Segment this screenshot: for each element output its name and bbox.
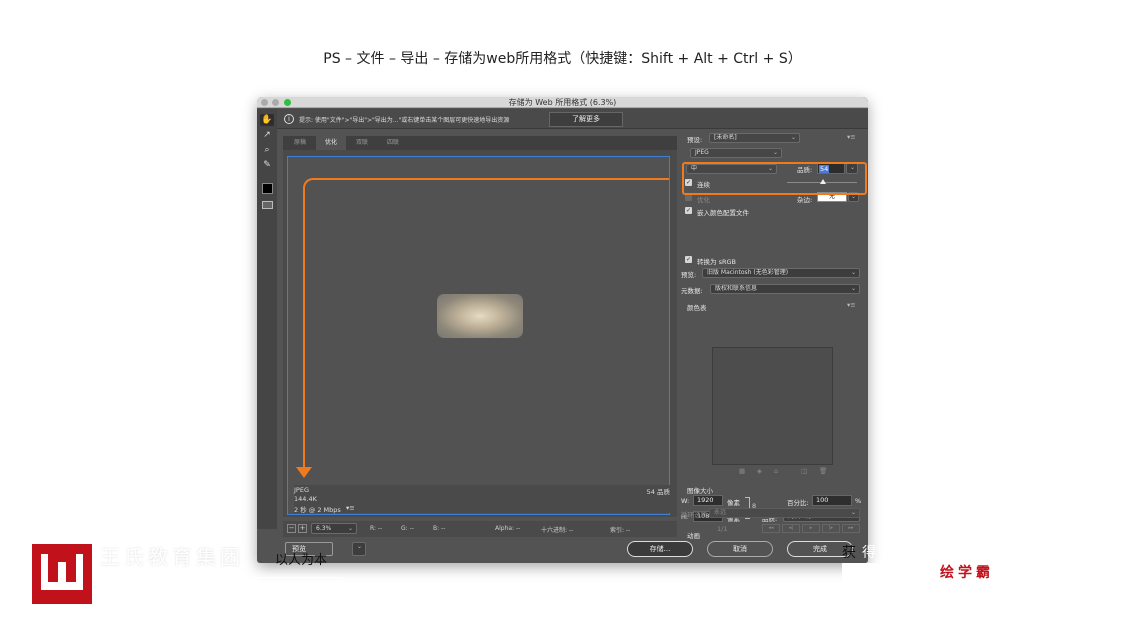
format-select[interactable]: JPEG ⌄ bbox=[690, 148, 782, 158]
chevron-down-icon: ⌄ bbox=[850, 269, 856, 276]
window-title: 存储为 Web 所用格式 (6.3%) bbox=[508, 98, 617, 107]
preview-label: 预览: bbox=[681, 271, 697, 279]
web-snap-icon[interactable]: ◈ bbox=[757, 467, 762, 475]
preset-select[interactable]: [未命名] ⌄ bbox=[709, 133, 800, 143]
tab-original[interactable]: 原稿 bbox=[285, 136, 315, 150]
tab-4up[interactable]: 四联 bbox=[378, 136, 408, 150]
next-frame-icon[interactable]: |▸ bbox=[822, 524, 840, 533]
chevron-down-icon: ⌄ bbox=[356, 543, 362, 550]
prev-frame-icon[interactable]: ◂| bbox=[782, 524, 800, 533]
info-format: JPEG bbox=[294, 486, 309, 494]
optimized-checkbox[interactable] bbox=[685, 194, 692, 201]
readout-index: 索引: -- bbox=[610, 527, 631, 534]
frame-nav: ◂◂ ◂| ▸ |▸ ▸▸ bbox=[762, 524, 860, 533]
new-color-icon[interactable]: ◫ bbox=[801, 467, 807, 475]
brand-slogan: 以人为本 bbox=[275, 553, 328, 568]
embed-profile-checkbox[interactable]: ✓ bbox=[685, 207, 692, 214]
slice-select-tool-icon[interactable]: ↗ bbox=[260, 129, 274, 141]
percent-sign: % bbox=[855, 497, 862, 505]
learn-more-button[interactable]: 了解更多 bbox=[549, 112, 623, 127]
metadata-label: 元数据: bbox=[681, 287, 703, 295]
metadata-select[interactable]: 版权和联系信息 ⌄ bbox=[710, 284, 860, 294]
percent-label: 百分比: bbox=[787, 499, 809, 507]
image-size-label: 图像大小 bbox=[687, 487, 713, 495]
readout-alpha: Alpha: -- bbox=[495, 525, 521, 532]
hand-tool-icon[interactable]: ✋ bbox=[260, 114, 274, 126]
arrowhead bbox=[296, 467, 312, 478]
tip-text: 提示: 使用"文件">"导出">"导出为..."或右键单击某个图层可更快速地导出… bbox=[299, 117, 510, 124]
convert-srgb-label: 转换为 sRGB bbox=[697, 258, 736, 266]
chevron-down-icon: ⌄ bbox=[850, 509, 856, 516]
info-icon: i bbox=[284, 114, 294, 124]
toolbox: ✋ ↗ ⌕ ✎ bbox=[257, 109, 277, 529]
frame-counter: 1/1 bbox=[717, 525, 728, 533]
last-frame-icon[interactable]: ▸▸ bbox=[842, 524, 860, 533]
panel-menu-icon[interactable]: ▾≡ bbox=[847, 133, 856, 141]
brand-subtitle: 始创于二零零二年 bbox=[100, 589, 317, 604]
lock-color-icon[interactable]: ⌂ bbox=[774, 467, 778, 475]
first-frame-icon[interactable]: ◂◂ bbox=[762, 524, 780, 533]
chevron-down-icon: ⌄ bbox=[772, 149, 778, 156]
color-table-menu-icon[interactable]: ▾≡ bbox=[847, 301, 856, 309]
zoom-out-icon[interactable]: − bbox=[287, 524, 296, 533]
download-speed-menu-icon[interactable]: ▾≡ bbox=[346, 504, 355, 512]
width-label: W: bbox=[681, 497, 690, 505]
toggle-slices-icon[interactable] bbox=[262, 201, 273, 209]
percent-input[interactable]: 100 bbox=[812, 495, 852, 506]
preset-label: 预设: bbox=[687, 136, 703, 144]
info-quality: 54 品质 bbox=[646, 488, 670, 496]
convert-srgb-checkbox[interactable]: ✓ bbox=[685, 256, 692, 263]
zoom-select[interactable]: 6.3% ⌄ bbox=[311, 523, 357, 534]
color-table[interactable] bbox=[712, 347, 833, 465]
chevron-down-icon: ⌄ bbox=[850, 285, 856, 292]
tab-2up[interactable]: 双联 bbox=[347, 136, 377, 150]
eyedropper-tool-icon[interactable]: ✎ bbox=[260, 159, 274, 171]
promo-line-3: 在AppStore或应用宝搜索下载 bbox=[842, 590, 1033, 606]
animation-label: 动画 bbox=[687, 532, 700, 540]
preview-select[interactable]: 旧版 Macintosh (无色彩管理) ⌄ bbox=[702, 268, 860, 278]
cancel-button[interactable]: 取消 bbox=[707, 541, 773, 557]
browser-select[interactable]: ⌄ bbox=[352, 542, 366, 556]
map-color-icon[interactable]: ▦ bbox=[739, 467, 745, 475]
trash-icon[interactable]: 🗑 bbox=[819, 467, 827, 475]
zoom-tool-icon[interactable]: ⌕ bbox=[260, 144, 274, 156]
chevron-down-icon: ⌄ bbox=[347, 525, 353, 532]
play-icon[interactable]: ▸ bbox=[802, 524, 820, 533]
loop-label: 循环选项: bbox=[681, 511, 710, 519]
save-button[interactable]: 存储... bbox=[627, 541, 693, 557]
view-tabs: 原稿 优化 双联 四联 bbox=[283, 136, 677, 150]
promo-line-1: 获得更多免费精品教程 bbox=[842, 545, 1042, 561]
eyedropper-color-swatch[interactable] bbox=[262, 183, 273, 194]
optimization-info: JPEG 144.4K 2 秒 @ 2 Mbps ▾≡ 54 品质 bbox=[294, 485, 674, 514]
brand-name: 王氏教育集团 bbox=[100, 545, 244, 569]
app-name: 绘学霸 bbox=[940, 565, 994, 581]
readout-hex: 十六进制: -- bbox=[541, 527, 574, 534]
chevron-down-icon: ⌄ bbox=[790, 134, 796, 141]
info-download-time: 2 秒 @ 2 Mbps bbox=[294, 506, 341, 514]
readout-r: R: -- bbox=[370, 525, 383, 532]
brand-logo bbox=[32, 544, 92, 604]
annotation-arrow bbox=[303, 178, 669, 470]
optimized-label: 优化 bbox=[697, 196, 710, 204]
info-size: 144.4K bbox=[294, 495, 317, 503]
tip-bar: i 提示: 使用"文件">"导出">"导出为..."或右键单击某个图层可更快速地… bbox=[257, 109, 868, 129]
tab-optimized[interactable]: 优化 bbox=[316, 136, 346, 150]
color-table-label: 颜色表 bbox=[687, 304, 707, 312]
status-bar: − + 6.3% ⌄ R: -- G: -- B: -- Alpha: -- 十六… bbox=[283, 521, 677, 537]
title-bar: 存储为 Web 所用格式 (6.3%) bbox=[257, 97, 868, 108]
quality-highlight-box bbox=[682, 162, 867, 195]
width-unit: 像素 bbox=[727, 499, 740, 507]
loop-select[interactable]: 永远 ⌄ bbox=[709, 508, 860, 518]
zoom-in-icon[interactable]: + bbox=[298, 524, 307, 533]
embed-profile-label: 嵌入颜色配置文件 bbox=[697, 209, 749, 217]
width-input[interactable]: 1920 bbox=[693, 495, 723, 506]
page-title: PS – 文件 – 导出 – 存储为web所用格式（快捷键：Shift + Al… bbox=[323, 51, 802, 67]
readout-g: G: -- bbox=[401, 525, 414, 532]
matte-label: 杂边: bbox=[797, 196, 813, 204]
brand-divider bbox=[100, 577, 342, 578]
dialog-buttons: 预览 ⌄ 存储... 取消 完成 bbox=[277, 537, 868, 563]
readout-b: B: -- bbox=[433, 525, 446, 532]
